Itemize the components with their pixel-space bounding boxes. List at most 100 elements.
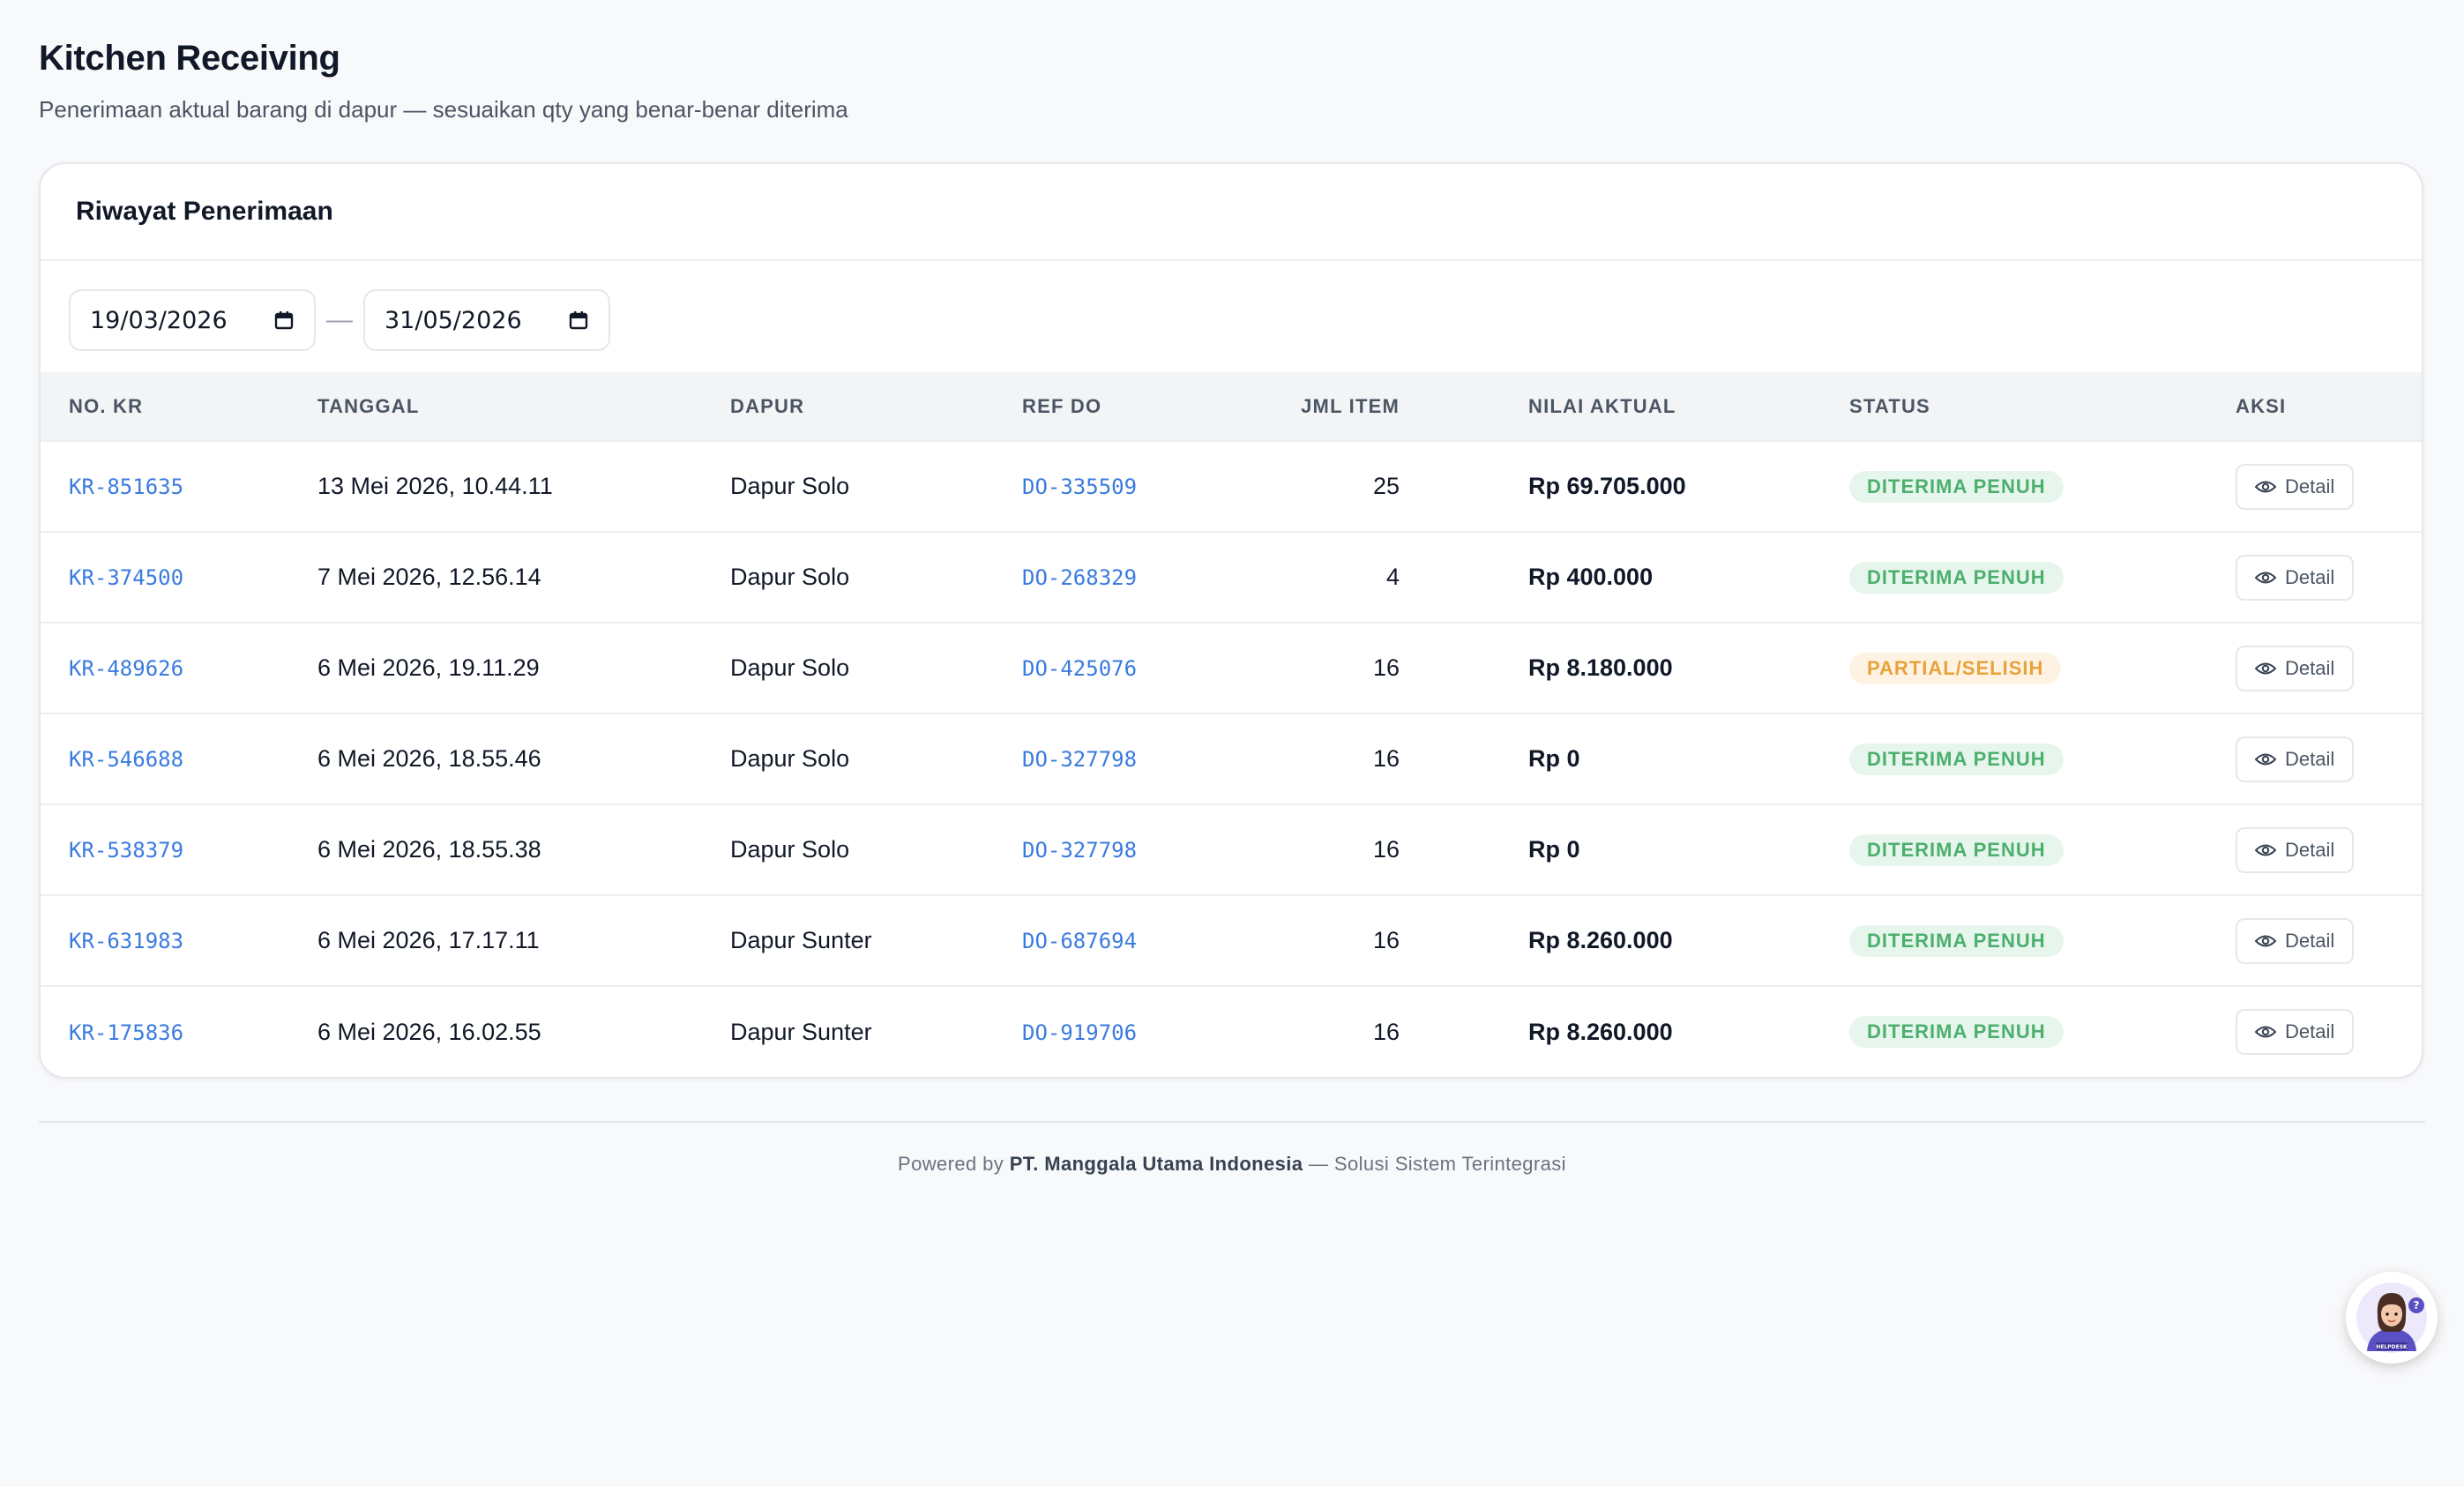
page-title: Kitchen Receiving [39,39,340,78]
do-ref-link[interactable]: DO-327798 [1022,747,1137,772]
do-ref-link[interactable]: DO-425076 [1022,656,1137,681]
row-cell-dapur: Dapur Solo [730,654,850,681]
row-cell-tanggal: 6 Mei 2026, 18.55.46 [317,745,541,772]
row-cell-aksi: Detail [2236,623,2422,714]
detail-button[interactable]: Detail [2236,645,2355,691]
column-header-tanggal: TANGGAL [317,394,420,417]
do-ref-link[interactable]: DO-327798 [1022,838,1137,863]
row-cell-aksi: Detail [2236,441,2422,532]
helpdesk-avatar-icon: ? HELPDESK [2356,1282,2427,1353]
detail-button[interactable]: Detail [2236,1009,2355,1055]
kr-number-link[interactable]: KR-546688 [69,747,183,772]
row-cell-spacer [1400,895,1528,986]
column-header-status: STATUS [1849,394,1930,417]
detail-button-label: Detail [2285,474,2335,497]
kr-number-link[interactable]: KR-175836 [69,1020,183,1045]
row-cell-dapur: Dapur Sunter [730,927,872,953]
date-to-input[interactable]: 31/05/2026 [363,289,610,351]
row-cell-nilai-aktual: Rp 0 [1528,745,1580,772]
kr-number-link[interactable]: KR-851635 [69,474,183,499]
detail-button[interactable]: Detail [2236,736,2355,782]
row-cell-ref-do: DO-425076 [1022,623,1225,714]
detail-button-label: Detail [2285,929,2335,952]
date-from-value: 19/03/2026 [90,306,228,334]
row-cell-status: DITERIMA PENUH [1849,895,2236,986]
row-cell-nilai-aktual: Rp 400.000 [1528,564,1654,590]
date-to-value: 31/05/2026 [385,306,522,334]
row-cell-aksi: Detail [2236,714,2422,804]
helpdesk-button[interactable]: ? HELPDESK [2346,1272,2438,1364]
do-ref-link[interactable]: DO-335509 [1022,474,1137,499]
date-filter: 19/03/2026 — 31/05/2026 [41,261,2422,372]
row-cell-no-kr: KR-175836 [41,986,317,1077]
column-header-jml-item: JML ITEM [1301,394,1400,417]
row-cell-status: PARTIAL/SELISIH [1849,623,2236,714]
date-from-input[interactable]: 19/03/2026 [69,289,316,351]
row-cell-dapur: Dapur Solo [730,745,850,772]
row-cell-nilai-aktual: Rp 8.180.000 [1528,654,1673,681]
row-cell-status: DITERIMA PENUH [1849,986,2236,1077]
row-cell-dapur: Dapur Sunter [730,1018,872,1045]
row-cell-tanggal: 6 Mei 2026, 19.11.29 [317,654,540,681]
row-cell-ref-do: DO-268329 [1022,532,1225,623]
kr-number-link[interactable]: KR-538379 [69,838,183,863]
row-cell-nilai-aktual: Rp 69.705.000 [1528,473,1686,499]
row-cell-nilai-aktual: Rp 8.260.000 [1528,927,1673,953]
status-badge: PARTIAL/SELISIH [1849,652,2062,684]
column-header-aksi: AKSI [2236,394,2287,417]
detail-button[interactable]: Detail [2236,463,2355,510]
row-cell-tanggal: 7 Mei 2026, 12.56.14 [317,564,541,590]
status-badge: DITERIMA PENUH [1849,561,2064,594]
kr-number-link[interactable]: KR-374500 [69,565,183,590]
row-cell-tanggal: 13 Mei 2026, 10.44.11 [317,473,553,499]
row-cell-status: DITERIMA PENUH [1849,532,2236,623]
calendar-icon[interactable] [568,310,589,331]
table-row: KR-175836 6 Mei 2026, 16.02.55 Dapur Sun… [41,986,2422,1077]
row-cell-jml-item: 25 [1372,473,1400,499]
column-header-ref-do: REF DO [1022,394,1102,417]
row-cell-ref-do: DO-335509 [1022,441,1225,532]
status-badge: DITERIMA PENUH [1849,743,2064,775]
do-ref-link[interactable]: DO-919706 [1022,1020,1137,1045]
row-cell-tanggal: 6 Mei 2026, 16.02.55 [317,1018,541,1045]
row-cell-tanggal: 6 Mei 2026, 17.17.11 [317,927,540,953]
detail-button[interactable]: Detail [2236,826,2355,873]
eye-icon [2255,935,2276,946]
row-cell-status: DITERIMA PENUH [1849,804,2236,895]
detail-button-label: Detail [2285,838,2335,861]
svg-text:?: ? [2414,1299,2420,1311]
row-cell-ref-do: DO-327798 [1022,714,1225,804]
row-cell-no-kr: KR-851635 [41,441,317,532]
eye-icon [2255,481,2276,492]
detail-button[interactable]: Detail [2236,917,2355,964]
row-cell-jml-item: 16 [1372,654,1400,681]
eye-icon [2255,1026,2276,1038]
kr-number-link[interactable]: KR-631983 [69,929,183,953]
eye-icon [2255,753,2276,765]
row-cell-no-kr: KR-631983 [41,895,317,986]
status-badge: DITERIMA PENUH [1849,924,2064,957]
detail-button[interactable]: Detail [2236,554,2355,601]
helpdesk-label: HELPDESK [2376,1344,2408,1350]
receiving-table: NO. KR TANGGAL DAPUR REF DO JML ITEM NIL… [41,372,2422,1077]
row-cell-ref-do: DO-687694 [1022,895,1225,986]
row-cell-spacer [1400,441,1528,532]
card-title: Riwayat Penerimaan [76,197,333,226]
row-cell-spacer [1400,714,1528,804]
kr-number-link[interactable]: KR-489626 [69,656,183,681]
row-cell-dapur: Dapur Solo [730,564,850,590]
do-ref-link[interactable]: DO-687694 [1022,929,1137,953]
detail-button-label: Detail [2285,747,2335,770]
eye-icon [2255,572,2276,583]
calendar-icon[interactable] [273,310,295,331]
row-cell-spacer [1400,804,1528,895]
table-row: KR-538379 6 Mei 2026, 18.55.38 Dapur Sol… [41,804,2422,895]
do-ref-link[interactable]: DO-268329 [1022,565,1137,590]
row-cell-jml-item: 16 [1372,745,1400,772]
row-cell-jml-item: 4 [1385,564,1400,590]
detail-button-label: Detail [2285,1020,2335,1042]
card-header: Riwayat Penerimaan [41,164,2422,261]
row-cell-dapur: Dapur Solo [730,836,850,863]
row-cell-no-kr: KR-489626 [41,623,317,714]
row-cell-aksi: Detail [2236,532,2422,623]
